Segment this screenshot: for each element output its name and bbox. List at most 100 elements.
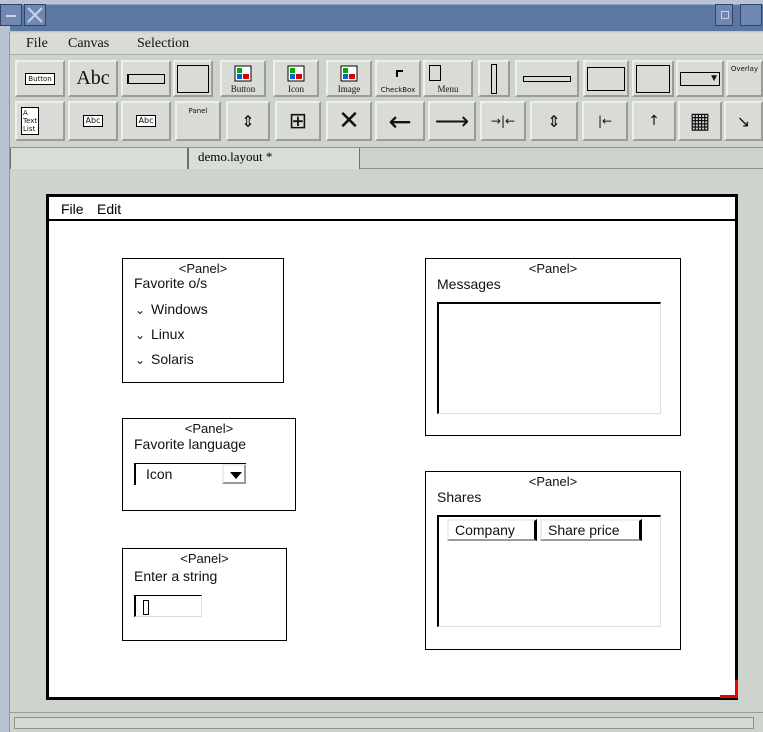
image-button-label: Button <box>230 84 256 94</box>
panel-shares[interactable]: <Panel> Shares Company Share price <box>425 471 681 650</box>
checkbox-tool-icon <box>396 70 403 77</box>
panel-title: <Panel> <box>528 261 578 276</box>
window-titlebar[interactable] <box>0 0 763 32</box>
tool-frame[interactable] <box>632 60 674 97</box>
tool-abc-dropdown[interactable]: Abc <box>68 101 118 141</box>
table-header-company[interactable]: Company <box>447 519 537 541</box>
panel-tool-label: Panel <box>188 107 208 115</box>
language-combo[interactable]: Icon <box>134 463 246 485</box>
tool-icon[interactable]: Icon <box>273 60 319 97</box>
panel-messages[interactable]: <Panel> Messages <box>425 258 681 436</box>
checkbox-tool-label: CheckBox <box>380 86 416 94</box>
scrollbar-thumb[interactable] <box>14 717 754 729</box>
menu-tool-icon <box>429 65 441 81</box>
tool-button[interactable]: Button <box>15 60 65 97</box>
design-frame[interactable]: File Edit <Panel> Favorite o/s ⌄ Windows … <box>46 194 738 700</box>
panel-title: <Panel> <box>178 261 228 276</box>
tool-grid-layout[interactable]: ⊞ <box>275 101 321 141</box>
messages-label: Messages <box>437 276 501 292</box>
tool-abc-combo[interactable]: Abc <box>121 101 171 141</box>
document-tab-strip <box>10 147 763 169</box>
tool-resize[interactable]: ↘ <box>724 101 763 141</box>
tool-overlay[interactable]: Overlay <box>726 60 763 97</box>
menu-file[interactable]: File <box>26 36 48 52</box>
tool-align-top[interactable]: ↑ <box>632 101 676 141</box>
tool-shrink-horizontal[interactable]: →|← <box>480 101 526 141</box>
tool-delete[interactable]: ✕ <box>326 101 372 141</box>
tool-shrink-vertical[interactable]: ⇕ <box>530 101 578 141</box>
minimize-icon[interactable] <box>0 4 22 26</box>
messages-textarea[interactable] <box>437 302 661 414</box>
favorite-os-label: Favorite o/s <box>134 275 208 291</box>
arrow-left-icon: ← <box>388 104 412 138</box>
spinner-tool-icon: ⇕ <box>241 111 255 131</box>
check-icon: ⌄ <box>135 328 146 342</box>
tool-image-button[interactable]: Button <box>220 60 266 97</box>
grid-layout-tool-icon: ⊞ <box>288 108 308 134</box>
tool-table[interactable]: ▦ <box>678 101 722 141</box>
component-toolbar: Button Abc Button Icon Image CheckBox Me… <box>10 57 763 145</box>
tab-demo-layout-label: demo.layout * <box>198 149 273 164</box>
tool-menu[interactable]: Menu <box>423 60 473 97</box>
selection-resize-handle[interactable] <box>720 680 738 698</box>
tabbed-pane-tool-icon <box>587 66 625 91</box>
checkbox-linux[interactable]: ⌄ Linux <box>135 326 184 342</box>
tool-tabbed-pane[interactable] <box>583 60 629 97</box>
close-icon[interactable] <box>24 4 46 26</box>
design-menu-bar: File Edit <box>49 197 735 221</box>
text-list-tool-label: A Text List <box>21 107 39 135</box>
hscrollbar-tool-icon <box>523 75 571 82</box>
panel-title: <Panel> <box>180 551 229 566</box>
language-combo-value: Icon <box>146 466 173 482</box>
tool-arrow-right[interactable]: ⟶ <box>428 101 476 141</box>
panel-enter-string[interactable]: <Panel> Enter a string <box>122 548 287 641</box>
menu-tool-label: Menu <box>437 84 459 94</box>
frame-tool-icon <box>636 64 670 93</box>
string-input[interactable] <box>134 595 202 617</box>
table-header-share-price[interactable]: Share price <box>540 519 642 541</box>
favorite-language-label: Favorite language <box>134 436 247 452</box>
menu-canvas[interactable]: Canvas <box>68 36 109 52</box>
shrink-horizontal-icon: →|← <box>490 114 516 128</box>
label-tool-text: Abc <box>76 67 110 89</box>
tool-text-list[interactable]: A Text List <box>15 101 65 141</box>
resize-diagonal-icon: ↘ <box>736 111 751 131</box>
tool-canvas[interactable] <box>173 60 213 97</box>
tool-label[interactable]: Abc <box>68 60 118 97</box>
check-icon: ⌄ <box>135 353 146 367</box>
tool-vscrollbar[interactable] <box>478 60 510 97</box>
checkbox-solaris[interactable]: ⌄ Solaris <box>135 351 194 367</box>
tool-align-left[interactable]: |← <box>582 101 628 141</box>
tool-arrow-left[interactable]: ← <box>375 101 425 141</box>
canvas-horizontal-scrollbar[interactable] <box>10 712 763 732</box>
tool-textfield[interactable] <box>121 60 171 97</box>
panel-title: <Panel> <box>184 421 234 436</box>
tool-image[interactable]: Image <box>326 60 372 97</box>
image-tool-icon <box>340 65 358 82</box>
checkbox-windows[interactable]: ⌄ Windows <box>135 301 208 317</box>
abc-combo-tool-text: Abc <box>135 115 157 127</box>
design-menu-edit[interactable]: Edit <box>97 201 121 217</box>
panel-favorite-os[interactable]: <Panel> Favorite o/s ⌄ Windows ⌄ Linux ⌄ So… <box>122 258 284 383</box>
maximize-icon[interactable] <box>715 4 733 26</box>
tool-panel[interactable]: Panel <box>175 101 221 141</box>
menu-selection[interactable]: Selection <box>137 36 189 52</box>
enter-string-label: Enter a string <box>134 568 218 584</box>
tool-checkbox[interactable]: CheckBox <box>375 60 421 97</box>
abc-dropdown-tool-text: Abc <box>82 115 104 127</box>
tool-spinner[interactable]: ⇕ <box>226 101 270 141</box>
window-left-edge <box>0 32 10 732</box>
vscrollbar-tool-icon <box>491 63 497 94</box>
tool-choice[interactable]: ▼ <box>676 60 724 97</box>
tab-empty[interactable] <box>10 148 188 169</box>
overlay-tool-label: Overlay <box>730 65 759 73</box>
check-icon: ⌄ <box>135 303 146 317</box>
shares-table[interactable]: Company Share price <box>437 515 661 627</box>
window-menu-icon[interactable] <box>740 4 762 26</box>
checkbox-solaris-label: Solaris <box>151 351 194 367</box>
menu-bar: File Canvas Selection <box>10 33 763 55</box>
panel-favorite-language[interactable]: <Panel> Favorite language Icon <box>122 418 296 511</box>
chevron-down-icon[interactable] <box>222 464 246 484</box>
tool-hscrollbar[interactable] <box>515 60 579 97</box>
design-menu-file[interactable]: File <box>61 201 84 217</box>
